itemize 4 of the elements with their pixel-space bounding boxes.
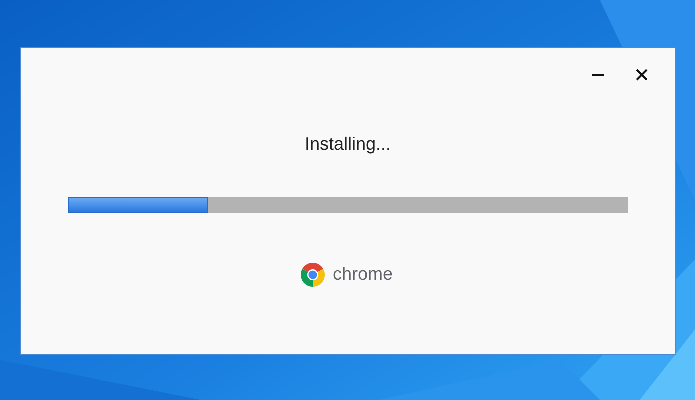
close-icon bbox=[635, 68, 649, 82]
status-text: Installing... bbox=[304, 133, 392, 156]
brand-name: chrome bbox=[332, 263, 394, 286]
chrome-logo-icon bbox=[300, 262, 325, 286]
